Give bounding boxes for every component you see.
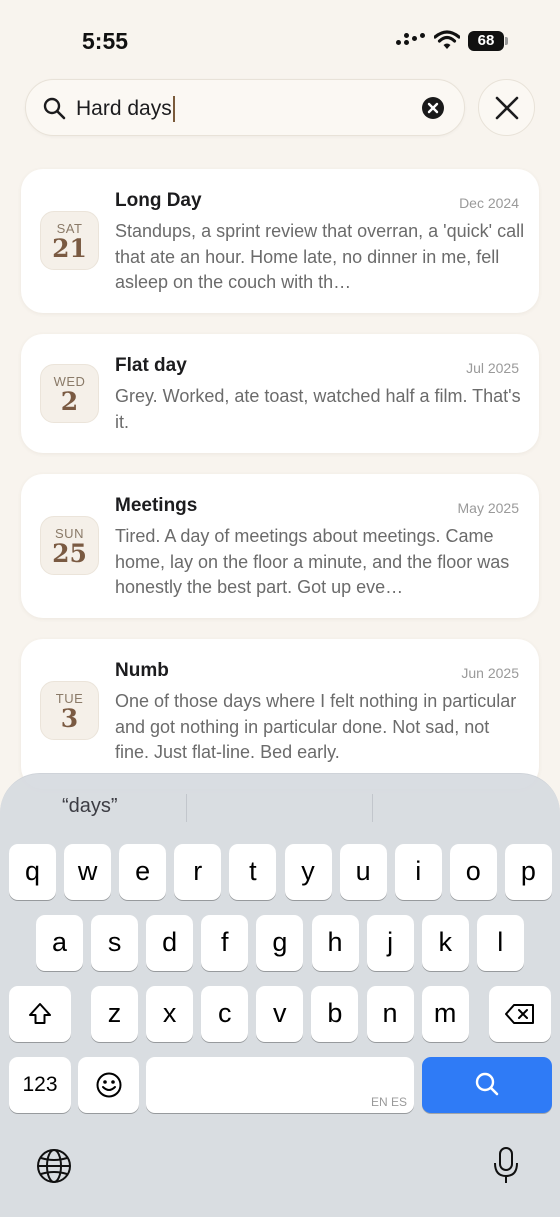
- key-c[interactable]: c: [201, 986, 249, 1042]
- entry-title: Numb: [115, 660, 169, 681]
- key-q[interactable]: q: [9, 844, 56, 900]
- entry-date: Dec 2024: [459, 195, 519, 211]
- entry-preview: One of those days where I felt nothing i…: [115, 691, 517, 762]
- entry-date: Jul 2025: [466, 360, 519, 376]
- close-icon: [495, 96, 519, 120]
- date-badge: WED 2: [40, 364, 99, 423]
- key-n[interactable]: n: [366, 986, 414, 1042]
- entry-title: Flat day: [115, 355, 187, 376]
- keyboard: “days” qwertyuiop asdfghjkl zxcvbnm 123 …: [0, 773, 560, 1217]
- key-s[interactable]: s: [91, 915, 139, 971]
- wifi-icon: [434, 30, 460, 49]
- day-number: 3: [60, 704, 79, 733]
- entry-title: Long Day: [115, 190, 202, 211]
- key-w[interactable]: w: [64, 844, 112, 900]
- language-indicator: EN ES: [370, 1095, 407, 1109]
- key-t[interactable]: t: [229, 844, 277, 900]
- entry-preview: Grey. Worked, ate toast, watched half a …: [115, 386, 521, 432]
- battery-level: 68: [468, 31, 504, 51]
- key-v[interactable]: v: [256, 986, 304, 1042]
- microphone-icon[interactable]: [492, 1146, 520, 1184]
- key-k[interactable]: k: [421, 915, 469, 971]
- search-bar[interactable]: Hard days: [25, 79, 465, 136]
- key-x[interactable]: x: [146, 986, 194, 1042]
- clear-search-button[interactable]: [422, 97, 444, 119]
- date-badge: SAT 21: [40, 211, 99, 270]
- key-z[interactable]: z: [91, 986, 138, 1042]
- entry-card[interactable]: SUN 25 Meetings May 2025 Tired. A day of…: [21, 474, 539, 618]
- clock: 5:55: [82, 28, 129, 54]
- key-d[interactable]: d: [146, 915, 194, 971]
- key-a[interactable]: a: [36, 915, 83, 971]
- suggestion-days[interactable]: “days”: [62, 795, 118, 818]
- search-query: Hard days: [76, 97, 172, 120]
- search-icon: [43, 97, 66, 120]
- shift-icon: [29, 1003, 51, 1024]
- key-o[interactable]: o: [449, 844, 497, 900]
- day-number: 25: [52, 539, 87, 568]
- key-m[interactable]: m: [421, 986, 469, 1042]
- key-l[interactable]: l: [476, 915, 524, 971]
- backspace-icon: [505, 1004, 534, 1024]
- key-j[interactable]: j: [366, 915, 414, 971]
- key-b[interactable]: b: [311, 986, 359, 1042]
- key-g[interactable]: g: [256, 915, 304, 971]
- delete-key[interactable]: [489, 986, 551, 1042]
- key-y[interactable]: y: [284, 844, 332, 900]
- search-icon: [475, 1072, 499, 1096]
- key-p[interactable]: p: [504, 844, 552, 900]
- search-input[interactable]: Hard days: [76, 80, 175, 137]
- entry-card[interactable]: TUE 3 Numb Jun 2025 One of those days wh…: [21, 639, 539, 789]
- entry-date: Jun 2025: [461, 665, 519, 681]
- clear-circle-icon: [427, 102, 439, 114]
- key-i[interactable]: i: [394, 844, 442, 900]
- search-key[interactable]: [422, 1057, 552, 1113]
- battery-icon: 68: [468, 31, 508, 51]
- shift-key[interactable]: [9, 986, 71, 1042]
- key-f[interactable]: f: [201, 915, 249, 971]
- key-u[interactable]: u: [339, 844, 387, 900]
- emoji-icon: [96, 1072, 121, 1098]
- entry-card[interactable]: WED 2 Flat day Jul 2025 Grey. Worked, at…: [21, 334, 539, 453]
- entry-card[interactable]: SAT 21 Long Day Dec 2024 Standups, a spr…: [21, 169, 539, 313]
- entry-title: Meetings: [115, 495, 198, 516]
- globe-icon[interactable]: [36, 1148, 72, 1184]
- close-search-button[interactable]: [478, 79, 535, 136]
- key-r[interactable]: r: [174, 844, 222, 900]
- entry-preview: Standups, a sprint review that overran, …: [115, 221, 525, 292]
- entry-date: May 2025: [457, 500, 519, 516]
- cellular-signal-icon: [396, 33, 426, 49]
- text-caret: [172, 96, 175, 123]
- key-h[interactable]: h: [311, 915, 359, 971]
- entry-preview: Tired. A day of meetings about meetings.…: [115, 526, 510, 597]
- space-key[interactable]: EN ES: [146, 1057, 414, 1113]
- date-badge: SUN 25: [40, 516, 99, 575]
- day-number: 21: [52, 234, 87, 263]
- status-bar: 5:55 68: [0, 0, 560, 80]
- day-number: 2: [60, 387, 79, 416]
- key-e[interactable]: e: [119, 844, 167, 900]
- date-badge: TUE 3: [40, 681, 99, 740]
- emoji-key[interactable]: [78, 1057, 139, 1113]
- numbers-key[interactable]: 123: [9, 1057, 71, 1113]
